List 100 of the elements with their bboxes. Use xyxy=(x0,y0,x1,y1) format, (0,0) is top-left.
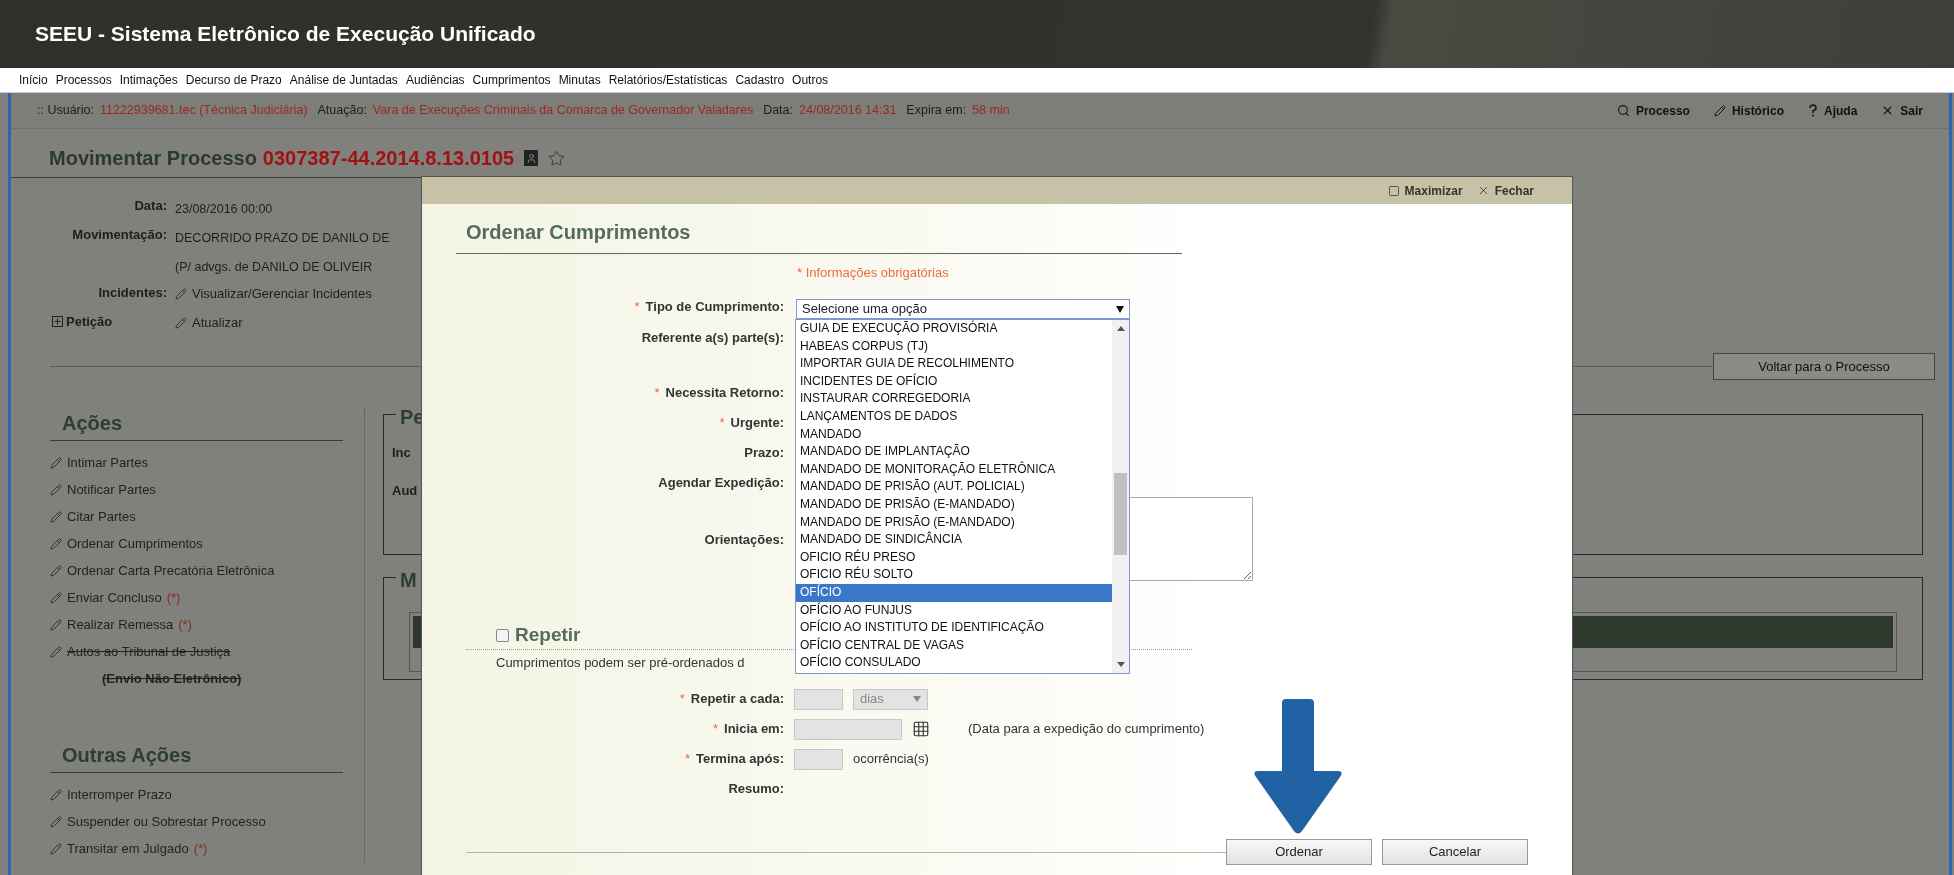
pencil-icon xyxy=(50,483,62,496)
option-item[interactable]: MANDADO DE SINDICÂNCIA xyxy=(796,531,1112,549)
menu-item[interactable]: Análise de Juntadas xyxy=(289,71,398,89)
required-mark: * xyxy=(685,750,691,769)
option-item[interactable]: MANDADO DE PRISÃO (E-MANDADO) xyxy=(796,495,1112,514)
field-label: Tipo de Cumprimento: xyxy=(645,298,784,317)
detail-link[interactable]: Atualizar xyxy=(192,313,243,333)
option-item[interactable]: OFÍCIO xyxy=(796,583,1112,602)
repeat-note: Cumprimentos podem ser pré-ordenados d xyxy=(496,654,745,673)
cancel-button[interactable]: Cancelar xyxy=(1382,839,1528,865)
detail-value: (P/ advgs. de DANILO DE OLIVEIR xyxy=(175,260,373,274)
option-item[interactable]: GUIA DE EXECUÇÃO PROVISÓRIA xyxy=(796,320,1112,338)
detail-link[interactable]: Visualizar/Gerenciar Incidentes xyxy=(192,284,372,304)
option-item[interactable]: OFÍCIO AO INSTITUTO DE IDENTIFICAÇÃO xyxy=(796,619,1112,637)
action-link[interactable]: Ordenar Cumprimentos xyxy=(67,533,203,554)
interval-field[interactable] xyxy=(794,688,843,710)
count-field[interactable] xyxy=(794,748,843,770)
scroll-thumb[interactable] xyxy=(1114,473,1127,555)
caret-icon xyxy=(1116,305,1124,313)
option-item[interactable]: OFICIO RÉU SOLTO xyxy=(796,566,1112,584)
required-note: (*) xyxy=(193,839,208,858)
session-value: 24/08/2016 14:31 xyxy=(799,102,897,120)
repeat-checkbox[interactable] xyxy=(496,628,509,642)
action-link[interactable]: Ordenar Carta Precatória Eletrônica xyxy=(67,560,275,581)
calendar-icon[interactable] xyxy=(912,720,930,738)
option-item[interactable]: INCIDENTES DE OFÍCIO xyxy=(796,372,1112,391)
required-info: * Informações obrigatórias xyxy=(797,264,949,283)
order-button[interactable]: Ordenar xyxy=(1226,839,1372,865)
type-select[interactable]: Selecione uma opção xyxy=(796,299,1130,319)
action-link[interactable]: Transitar em Julgado xyxy=(67,838,189,859)
field-label: Repetir a cada: xyxy=(690,690,784,709)
pencil-icon xyxy=(50,815,62,828)
option-item[interactable]: OFÍCIO AO FUNJUS xyxy=(796,601,1112,620)
action-link[interactable]: Suspender ou Sobrestar Processo xyxy=(67,811,266,832)
header-link[interactable]: Processo xyxy=(1616,101,1690,120)
action-link[interactable]: Citar Partes xyxy=(67,506,136,527)
field-label: Prazo: xyxy=(744,444,784,463)
option-item[interactable]: MANDADO DE PRISÃO (E-MANDADO) xyxy=(796,513,1112,532)
maximize-button[interactable]: Maximizar xyxy=(1387,181,1463,200)
option-item[interactable]: OFÍCIO CENTRAL DE VAGAS xyxy=(796,636,1112,655)
header-link[interactable]: Histórico xyxy=(1713,101,1784,120)
scrollbar[interactable] xyxy=(1112,320,1129,673)
option-item[interactable]: IMPORTAR GUIA DE RECOLHIMENTO xyxy=(796,355,1112,373)
close-button[interactable]: Fechar xyxy=(1476,181,1534,200)
detail-value: DECORRIDO PRAZO DE DANILO DE xyxy=(175,231,390,245)
option-item[interactable]: MANDADO DE PRISÃO (AUT. POLICIAL) xyxy=(796,478,1112,496)
option-item[interactable]: MANDADO DE MONITORAÇÃO ELETRÔNICA xyxy=(796,460,1112,479)
pencil-icon xyxy=(50,645,62,658)
menu-item[interactable]: Relatórios/Estatísticas xyxy=(608,71,728,89)
menu-item[interactable]: Processos xyxy=(55,71,112,89)
detail-label: Movimentação: xyxy=(72,226,167,244)
menu-item[interactable]: Minutas xyxy=(558,71,601,89)
option-item[interactable]: INSTAURAR CORREGEDORIA xyxy=(796,390,1112,408)
menu-item[interactable]: Decurso de Prazo xyxy=(185,71,282,89)
field-label: Inicia em: xyxy=(724,720,784,739)
menu-item[interactable]: Cadastro xyxy=(735,71,785,89)
detail-label: Petição xyxy=(66,313,113,331)
date-field[interactable] xyxy=(794,718,902,740)
down-arrow-icon xyxy=(1252,699,1344,836)
action-link[interactable]: Realizar Remessa xyxy=(67,614,174,635)
pencil-icon xyxy=(50,537,62,550)
option-item[interactable]: OFÍCIO CONSULADO xyxy=(796,654,1112,672)
star-icon[interactable] xyxy=(548,149,566,167)
session-label: Data: xyxy=(763,102,794,120)
option-item[interactable]: MANDADO xyxy=(796,425,1112,444)
menu-item[interactable]: Audiências xyxy=(405,71,465,89)
process-number: 0307387-44.2014.8.13.0105 xyxy=(262,146,515,171)
session-value: Vara de Execuções Criminais da Comarca de Governador Valadares xyxy=(372,102,754,120)
menu-item[interactable]: Outros xyxy=(792,71,829,89)
page-title: Movimentar Processo xyxy=(49,146,257,171)
pencil-icon xyxy=(50,842,62,855)
option-item[interactable]: HABEAS CORPUS (TJ) xyxy=(796,337,1112,356)
action-link[interactable]: Notificar Partes xyxy=(67,479,156,500)
option-item[interactable]: MANDADO DE IMPLANTAÇÃO xyxy=(796,443,1112,461)
question-icon xyxy=(1807,104,1818,117)
date-hint: (Data para a expedição do cumprimento) xyxy=(968,720,1205,739)
pencil-icon xyxy=(50,591,62,604)
session-value: 58 min xyxy=(972,102,1010,120)
option-item[interactable]: OFICIO RÉU PRESO xyxy=(796,548,1112,567)
person-icon[interactable] xyxy=(524,150,539,166)
back-button[interactable]: Voltar para o Processo xyxy=(1713,353,1935,380)
header-link[interactable]: Ajuda xyxy=(1807,101,1858,120)
menu-item[interactable]: Cumprimentos xyxy=(472,71,551,89)
menu-item[interactable]: Intimações xyxy=(119,71,178,89)
detail-label: Incidentes: xyxy=(98,284,167,302)
pencil-icon xyxy=(50,564,62,577)
action-link[interactable]: Enviar Concluso xyxy=(67,587,162,608)
scroll-down-icon[interactable] xyxy=(1116,662,1125,667)
pencil-icon xyxy=(175,317,187,329)
action-link[interactable]: Intimar Partes xyxy=(67,452,148,473)
expand-icon[interactable] xyxy=(52,316,63,328)
scroll-up-icon[interactable] xyxy=(1116,326,1125,331)
option-item[interactable]: LANÇAMENTOS DE DADOS xyxy=(796,407,1112,426)
action-sublabel: (Envio Não Eletrônico) xyxy=(102,669,242,688)
field-label: Referente a(s) parte(s): xyxy=(641,329,784,347)
header-link[interactable]: Sair xyxy=(1881,101,1923,120)
panel-label: Inc xyxy=(392,444,411,462)
required-mark: * xyxy=(654,384,660,403)
action-link[interactable]: Interromper Prazo xyxy=(67,784,172,805)
menu-item[interactable]: Início xyxy=(19,71,48,89)
